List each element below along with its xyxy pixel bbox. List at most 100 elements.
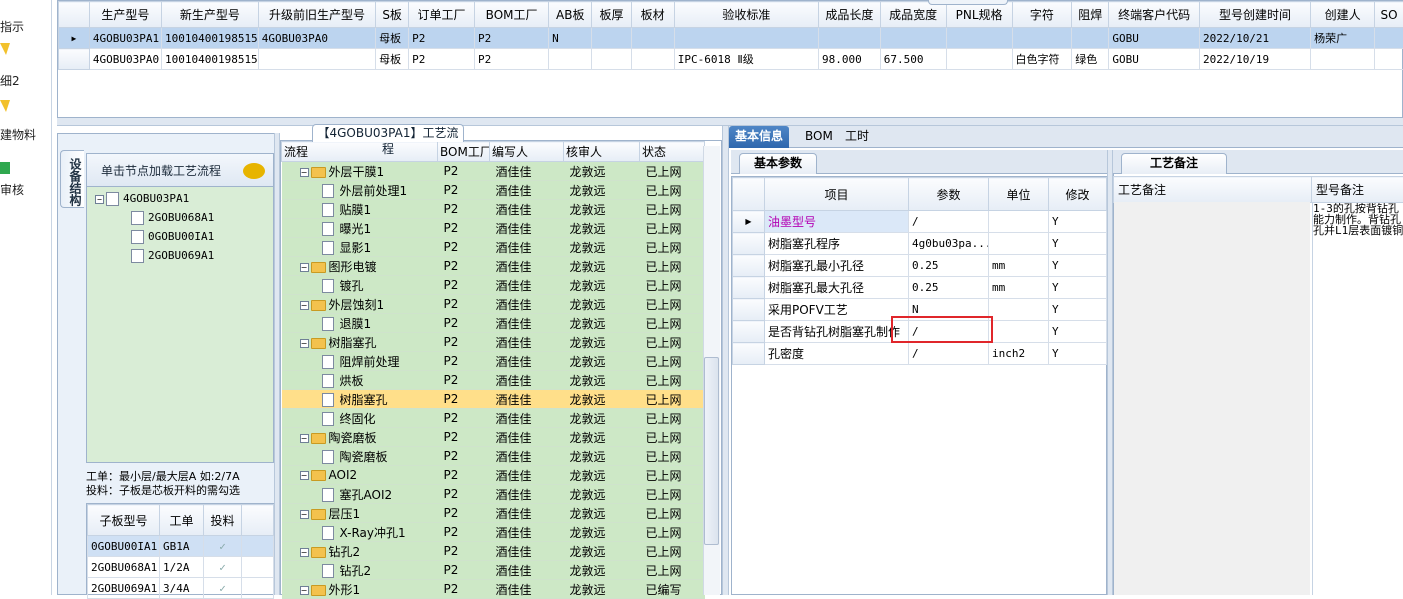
column-header[interactable]: 成品长度 bbox=[818, 2, 880, 28]
flow-row[interactable]: −外形1P2酒佳佳龙敦远已编写 bbox=[282, 580, 705, 599]
param-value[interactable]: / bbox=[909, 343, 989, 365]
flow-row[interactable]: X-Ray冲孔1P2酒佳佳龙敦远已上网 bbox=[282, 523, 705, 542]
flow-step[interactable]: −AOI2 bbox=[282, 466, 438, 485]
param-row[interactable]: 树脂塞孔最小孔径0.25mmY bbox=[733, 255, 1107, 277]
table-row[interactable]: 0GOBU00IA1GB1A✓ bbox=[88, 536, 274, 557]
tab-craft-notes[interactable]: 工艺备注 bbox=[1121, 153, 1227, 174]
column-header[interactable]: BOM工厂 bbox=[438, 142, 490, 162]
expand-icon[interactable]: − bbox=[300, 471, 309, 480]
side-tab-structure[interactable]: 设备结构 bbox=[60, 150, 84, 208]
table-row[interactable]: 2GOBU069A13/4A✓ bbox=[88, 578, 274, 599]
expand-icon[interactable]: − bbox=[300, 548, 309, 557]
expand-icon[interactable]: − bbox=[300, 168, 309, 177]
flow-step[interactable]: 陶瓷磨板 bbox=[282, 447, 438, 466]
flow-step[interactable]: 钻孔2 bbox=[282, 561, 438, 580]
table-row[interactable]: 2GOBU068A11/2A✓ bbox=[88, 557, 274, 578]
tree-child[interactable]: 2GOBU068A1 bbox=[131, 211, 214, 225]
flow-row[interactable]: −层压1P2酒佳佳龙敦远已上网 bbox=[282, 504, 705, 523]
flow-step[interactable]: X-Ray冲孔1 bbox=[282, 523, 438, 542]
column-header[interactable]: 板材 bbox=[631, 2, 674, 28]
column-header[interactable]: S板 bbox=[376, 2, 409, 28]
flow-step[interactable]: 终固化 bbox=[282, 409, 438, 428]
column-header[interactable]: 生产型号 bbox=[89, 2, 161, 28]
flow-row[interactable]: −图形电镀P2酒佳佳龙敦远已上网 bbox=[282, 257, 705, 276]
nav-item-2[interactable]: 建物料 bbox=[0, 126, 52, 143]
column-header[interactable]: 验收标准 bbox=[674, 2, 818, 28]
column-header[interactable]: PNL规格 bbox=[946, 2, 1012, 28]
flow-row[interactable]: 阻焊前处理P2酒佳佳龙敦远已上网 bbox=[282, 352, 705, 371]
flow-row[interactable]: 曝光1P2酒佳佳龙敦远已上网 bbox=[282, 219, 705, 238]
tree-child[interactable]: 0GOBU00IA1 bbox=[131, 230, 214, 244]
flow-step[interactable]: 曝光1 bbox=[282, 219, 438, 238]
column-header[interactable]: 流程 bbox=[282, 142, 438, 162]
flow-row[interactable]: 退膜1P2酒佳佳龙敦远已上网 bbox=[282, 314, 705, 333]
flow-row[interactable]: −外层蚀刻1P2酒佳佳龙敦远已上网 bbox=[282, 295, 705, 314]
column-header[interactable]: 阻焊 bbox=[1072, 2, 1109, 28]
feed-checkbox[interactable]: ✓ bbox=[204, 536, 242, 557]
column-header[interactable]: 字符 bbox=[1012, 2, 1072, 28]
column-header[interactable]: 单位 bbox=[989, 178, 1049, 211]
tab-basic-params[interactable]: 基本参数 bbox=[739, 153, 817, 174]
expand-icon[interactable]: − bbox=[300, 510, 309, 519]
flow-step[interactable]: −外层蚀刻1 bbox=[282, 295, 438, 314]
column-header[interactable]: 修改 bbox=[1049, 178, 1107, 211]
tree-load-hint[interactable]: 单击节点加载工艺流程 bbox=[86, 153, 274, 187]
expand-icon[interactable]: − bbox=[300, 339, 309, 348]
expand-icon[interactable]: − bbox=[300, 301, 309, 310]
flow-row[interactable]: 镀孔P2酒佳佳龙敦远已上网 bbox=[282, 276, 705, 295]
column-header[interactable]: 新生产型号 bbox=[161, 2, 258, 28]
param-value[interactable]: 0.25 bbox=[909, 277, 989, 299]
flow-row[interactable]: 塞孔AOI2P2酒佳佳龙敦远已上网 bbox=[282, 485, 705, 504]
horizontal-splitter[interactable] bbox=[57, 118, 1403, 126]
tree-child[interactable]: 2GOBU069A1 bbox=[131, 249, 214, 263]
flow-step[interactable]: −图形电镀 bbox=[282, 257, 438, 276]
column-header[interactable]: SO bbox=[1375, 2, 1403, 28]
flow-step[interactable]: 阻焊前处理 bbox=[282, 352, 438, 371]
flow-step[interactable]: 树脂塞孔 bbox=[282, 390, 438, 409]
column-header[interactable]: 项目 bbox=[765, 178, 909, 211]
flow-step[interactable]: −树脂塞孔 bbox=[282, 333, 438, 352]
feed-checkbox[interactable]: ✓ bbox=[204, 578, 242, 599]
column-header[interactable]: 工单 bbox=[160, 505, 204, 536]
flow-scrollbar-thumb[interactable] bbox=[704, 357, 719, 545]
column-header[interactable]: 子板型号 bbox=[88, 505, 160, 536]
column-header[interactable]: 投料 bbox=[204, 505, 242, 536]
nav-item-1[interactable]: 细2 bbox=[0, 72, 52, 89]
expand-icon[interactable]: − bbox=[300, 434, 309, 443]
tab-labor-hours[interactable]: 工时 bbox=[839, 126, 875, 148]
collapse-icon[interactable]: − bbox=[95, 195, 104, 204]
flow-step[interactable]: 显影1 bbox=[282, 238, 438, 257]
param-value[interactable]: 4g0bu03pa... bbox=[909, 233, 989, 255]
tree-root[interactable]: −4GOBU03PA1 bbox=[95, 192, 189, 206]
flow-row[interactable]: 树脂塞孔P2酒佳佳龙敦远已上网 bbox=[282, 390, 705, 409]
vertical-splitter[interactable] bbox=[722, 126, 729, 595]
flow-row[interactable]: 贴膜1P2酒佳佳龙敦远已上网 bbox=[282, 200, 705, 219]
flow-step[interactable]: −外形1 bbox=[282, 580, 438, 599]
column-header[interactable]: BOM工厂 bbox=[475, 2, 549, 28]
param-row[interactable]: 树脂塞孔最大孔径0.25mmY bbox=[733, 277, 1107, 299]
model-note-field[interactable]: 1-3的孔按背钻孔 能力制作。背钻孔 孔并L1层表面镀铜 bbox=[1312, 203, 1403, 595]
flow-row[interactable]: 显影1P2酒佳佳龙敦远已上网 bbox=[282, 238, 705, 257]
craft-note-field[interactable] bbox=[1114, 202, 1310, 595]
param-row[interactable]: ▶油墨型号/Y bbox=[733, 211, 1107, 233]
flow-row[interactable]: −钻孔2P2酒佳佳龙敦远已上网 bbox=[282, 542, 705, 561]
flow-row[interactable]: 钻孔2P2酒佳佳龙敦远已上网 bbox=[282, 561, 705, 580]
tab-bom[interactable]: BOM bbox=[799, 126, 839, 148]
flow-row[interactable]: −AOI2P2酒佳佳龙敦远已上网 bbox=[282, 466, 705, 485]
flow-step[interactable]: 退膜1 bbox=[282, 314, 438, 333]
column-header[interactable]: 编写人 bbox=[490, 142, 564, 162]
nav-item-3[interactable]: 审核 bbox=[0, 181, 52, 198]
expand-icon[interactable]: − bbox=[300, 263, 309, 272]
flow-row[interactable]: 外层前处理1P2酒佳佳龙敦远已上网 bbox=[282, 181, 705, 200]
flow-row[interactable]: 终固化P2酒佳佳龙敦远已上网 bbox=[282, 409, 705, 428]
column-header[interactable]: 成品宽度 bbox=[880, 2, 946, 28]
flow-step[interactable]: −陶瓷磨板 bbox=[282, 428, 438, 447]
flow-step[interactable]: 外层前处理1 bbox=[282, 181, 438, 200]
flow-step[interactable]: 贴膜1 bbox=[282, 200, 438, 219]
param-value[interactable]: / bbox=[909, 211, 989, 233]
param-row[interactable]: 树脂塞孔程序4g0bu03pa...Y bbox=[733, 233, 1107, 255]
column-header[interactable]: 升级前旧生产型号 bbox=[258, 2, 375, 28]
param-value[interactable]: 0.25 bbox=[909, 255, 989, 277]
expand-icon[interactable]: − bbox=[300, 586, 309, 595]
column-header[interactable]: AB板 bbox=[549, 2, 592, 28]
